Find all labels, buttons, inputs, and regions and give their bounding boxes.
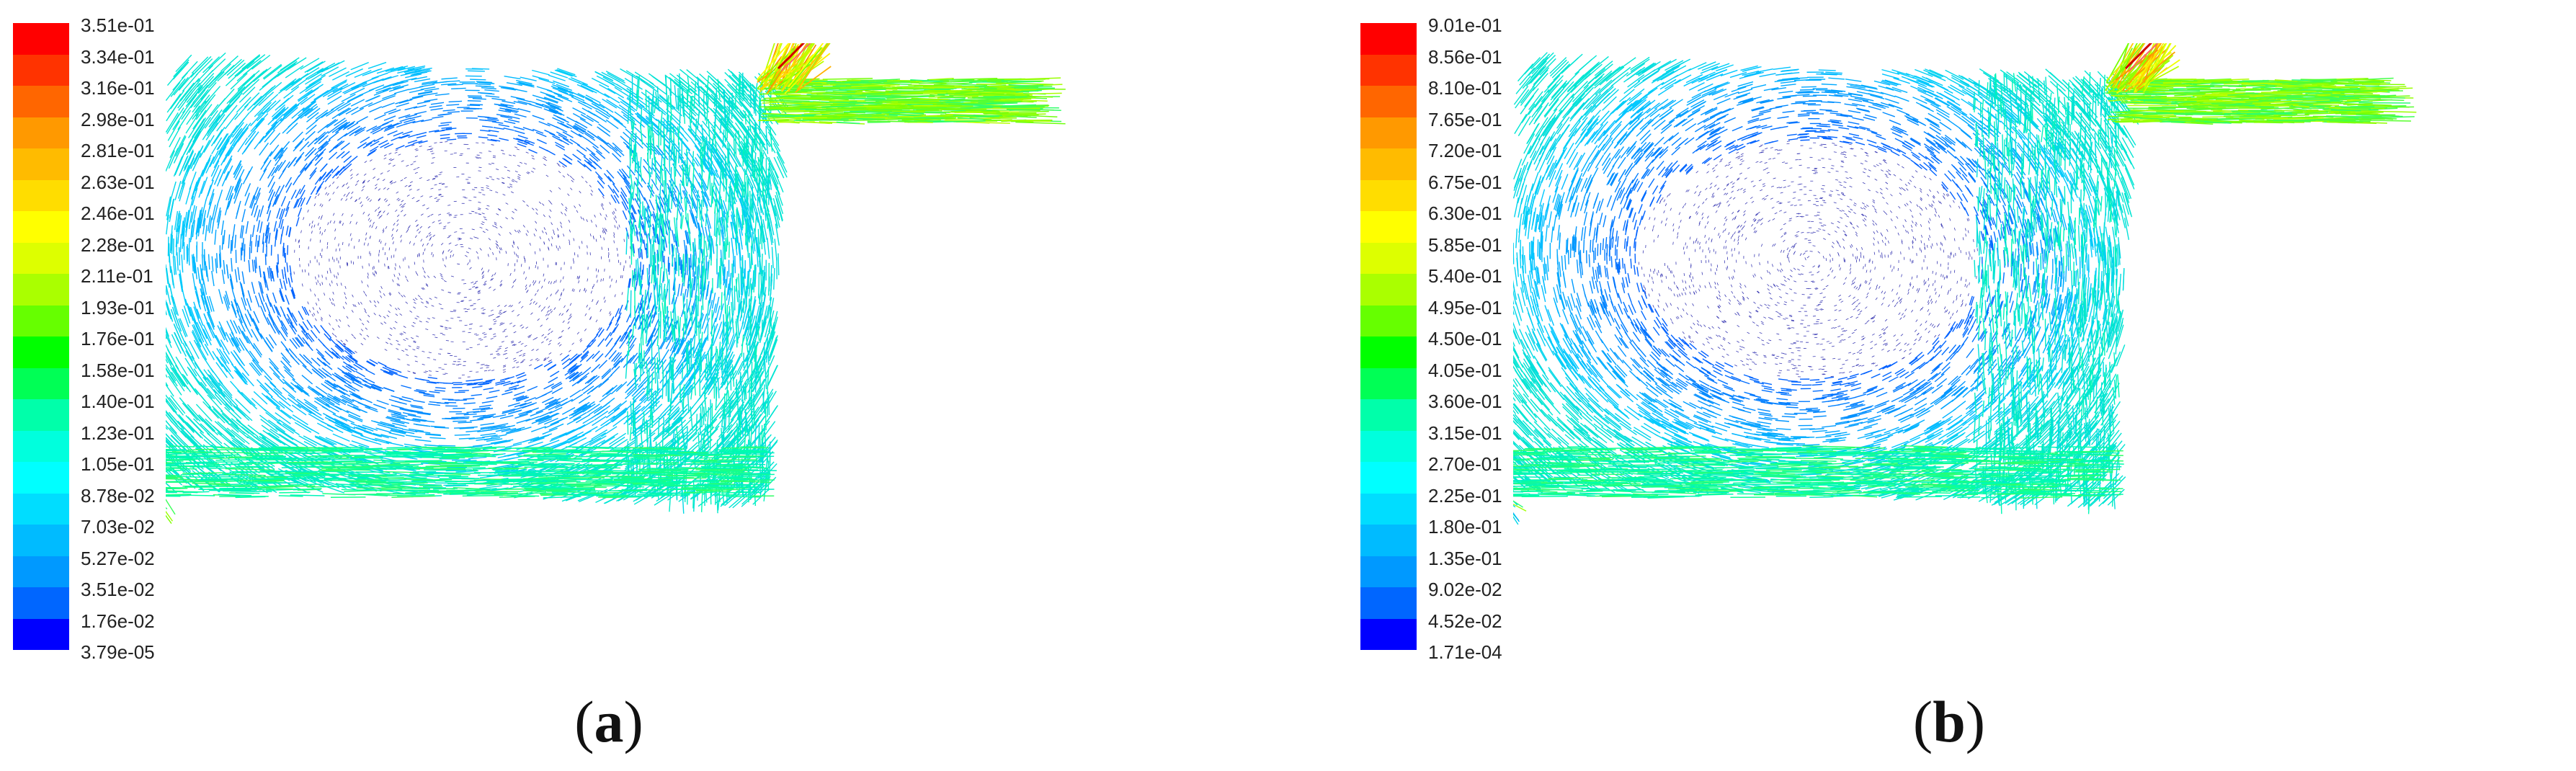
colorbar-tick-label: 8.78e-02 xyxy=(81,484,155,507)
colorbar-tick-label: 2.25e-01 xyxy=(1428,484,1502,507)
colorbar-tick-label: 3.15e-01 xyxy=(1428,422,1502,444)
colorbar-swatch xyxy=(13,399,69,431)
colorbar-swatch xyxy=(13,618,69,650)
colorbar-swatch xyxy=(1360,274,1417,306)
colorbar-swatch xyxy=(1360,525,1417,556)
colorbar-swatch xyxy=(13,525,69,556)
velocity-vector-field xyxy=(166,43,1066,524)
colorbar-tick-label: 7.65e-01 xyxy=(1428,108,1502,130)
colorbar-swatch xyxy=(13,23,69,55)
colorbar-tick-label: 2.98e-01 xyxy=(81,108,155,130)
colorbar-tick-label: 9.01e-01 xyxy=(1428,14,1502,36)
colorbar-swatch xyxy=(13,462,69,494)
panel-b: 9.01e-01 8.56e-01 8.10e-01 7.65e-01 7.20e-01… xyxy=(1347,0,2576,771)
colorbar-tick-label: 5.40e-01 xyxy=(1428,265,1502,287)
colorbar-tick-label: 9.02e-02 xyxy=(1428,579,1502,600)
colorbar-swatch xyxy=(13,337,69,368)
colorbar-swatch xyxy=(13,493,69,525)
colorbar-tick-label: 2.11e-01 xyxy=(81,265,153,287)
colorbar-swatch xyxy=(1360,305,1417,337)
colorbar-swatch xyxy=(13,587,69,619)
panel-a: 3.51e-01 3.34e-01 3.16e-01 2.98e-01 2.81e-01… xyxy=(0,0,1288,771)
colorbar-tick-label: 1.71e-04 xyxy=(1428,641,1502,663)
colorbar-tick-label: 1.93e-01 xyxy=(81,296,155,318)
caption-letter: b xyxy=(1933,689,1966,754)
colorbar-swatch xyxy=(13,430,69,462)
colorbar-swatch xyxy=(13,179,69,211)
colorbar-swatch xyxy=(1360,399,1417,431)
colorbar-swatch xyxy=(13,148,69,180)
colorbar-swatch xyxy=(1360,367,1417,399)
colorbar-tick-label: 7.20e-01 xyxy=(1428,140,1502,161)
colorbar-swatch xyxy=(1360,242,1417,274)
colorbar-swatch xyxy=(1360,86,1417,117)
colorbar xyxy=(1360,23,1417,650)
colorbar-tick-label: 4.05e-01 xyxy=(1428,359,1502,381)
colorbar-swatch xyxy=(1360,493,1417,525)
colorbar-swatch xyxy=(13,367,69,399)
colorbar-swatch xyxy=(13,274,69,306)
colorbar-swatch xyxy=(13,117,69,148)
colorbar-tick-label: 3.16e-01 xyxy=(81,77,155,99)
colorbar-swatch xyxy=(1360,462,1417,494)
colorbar-tick-label: 3.79e-05 xyxy=(81,641,155,663)
colorbar-swatch xyxy=(13,54,69,86)
colorbar-tick-label: 6.30e-01 xyxy=(1428,202,1502,224)
caption: (b) xyxy=(1912,689,1986,754)
colorbar-tick-label: 2.70e-01 xyxy=(1428,453,1502,475)
colorbar-tick-label: 1.58e-01 xyxy=(81,359,155,381)
colorbar-tick-label: 7.03e-02 xyxy=(81,516,155,538)
caption: (a) xyxy=(574,689,643,754)
colorbar-swatch xyxy=(1360,148,1417,180)
colorbar-swatch xyxy=(1360,179,1417,211)
colorbar-tick-label: 2.81e-01 xyxy=(81,140,155,161)
colorbar-swatch xyxy=(1360,556,1417,587)
colorbar-tick-label: 1.05e-01 xyxy=(81,453,155,475)
colorbar-tick-label: 8.10e-01 xyxy=(1428,77,1502,99)
colorbar-tick-label: 4.52e-02 xyxy=(1428,610,1502,632)
colorbar-tick-label: 3.34e-01 xyxy=(81,45,155,68)
colorbar-tick-label: 3.51e-01 xyxy=(81,14,155,36)
colorbar-swatch xyxy=(1360,117,1417,148)
colorbar-tick-label: 8.56e-01 xyxy=(1428,45,1502,68)
colorbar-tick-label: 5.27e-02 xyxy=(81,547,155,569)
colorbar-swatch xyxy=(1360,23,1417,55)
colorbar-tick-label: 4.95e-01 xyxy=(1428,296,1502,318)
colorbar-tick-label: 6.75e-01 xyxy=(1428,171,1502,193)
colorbar-swatch xyxy=(13,86,69,117)
colorbar-tick-label: 2.63e-01 xyxy=(81,171,155,193)
colorbar-tick-label: 2.46e-01 xyxy=(81,202,155,224)
colorbar-swatch xyxy=(1360,211,1417,243)
colorbar-tick-label: 5.85e-01 xyxy=(1428,233,1502,256)
colorbar-swatch xyxy=(13,211,69,243)
colorbar-tick-label: 1.23e-01 xyxy=(81,422,155,444)
colorbar-swatch xyxy=(1360,618,1417,650)
velocity-vector-field xyxy=(1513,43,2417,525)
colorbar-swatch xyxy=(1360,587,1417,619)
colorbar-tick-label: 1.76e-02 xyxy=(81,610,155,632)
colorbar-tick-label: 3.51e-02 xyxy=(81,579,155,600)
colorbar-swatch xyxy=(1360,54,1417,86)
colorbar xyxy=(13,23,69,650)
colorbar-swatch xyxy=(13,556,69,587)
colorbar-tick-label: 2.28e-01 xyxy=(81,233,155,256)
colorbar-tick-label: 3.60e-01 xyxy=(1428,391,1502,412)
colorbar-swatch xyxy=(13,305,69,337)
caption-letter: a xyxy=(594,689,624,754)
colorbar-tick-label: 4.50e-01 xyxy=(1428,328,1502,349)
colorbar-swatch xyxy=(1360,430,1417,462)
colorbar-swatch xyxy=(1360,337,1417,368)
colorbar-tick-label: 1.76e-01 xyxy=(81,328,155,349)
colorbar-tick-label: 1.80e-01 xyxy=(1428,516,1502,538)
colorbar-tick-label: 1.35e-01 xyxy=(1428,547,1502,569)
colorbar-tick-label: 1.40e-01 xyxy=(81,391,155,412)
colorbar-swatch xyxy=(13,242,69,274)
